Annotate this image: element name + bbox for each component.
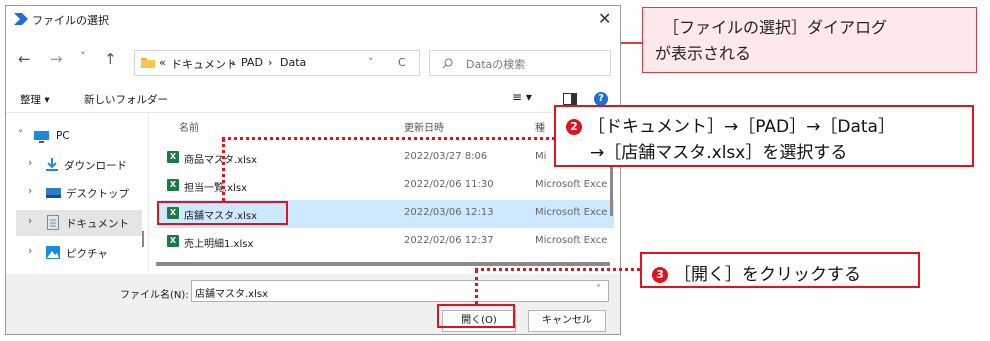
callout-text: 2 ［ドキュメント］→［PAD］→［Data］ <box>566 112 895 137</box>
filename-input[interactable]: 店舗マスタ.xlsx ˅ <box>191 280 609 302</box>
chevron-down-icon[interactable]: ˅ <box>18 129 23 141</box>
preview-pane-icon[interactable] <box>563 93 577 105</box>
callout-connector <box>621 42 643 44</box>
file-row[interactable]: X 売上明細1.xlsx 2022/02/06 12:37 Microsoft … <box>159 228 614 256</box>
dialog-footer: ファイル名(N): 店舗マスタ.xlsx ˅ 開く(O) キャンセル <box>6 274 620 334</box>
column-header-modified[interactable]: 更新日時 <box>404 119 444 134</box>
help-icon[interactable]: ? <box>594 92 608 106</box>
address-overflow[interactable]: « <box>159 56 166 69</box>
file-date: 2022/03/06 12:13 <box>404 207 494 218</box>
search-box[interactable]: Dataの検索 <box>429 50 611 76</box>
excel-file-icon: X <box>167 179 179 191</box>
address-crumb-pad[interactable]: PAD <box>241 56 263 69</box>
title-bar: ファイルの選択 ✕ <box>6 6 620 34</box>
view-options-button[interactable]: ≡ ▾ <box>512 90 532 104</box>
file-type: Microsoft Exce <box>535 235 608 246</box>
sidebar-item-label: ピクチャ <box>66 248 108 260</box>
up-icon[interactable]: ↑ <box>104 50 117 68</box>
address-separator: › <box>268 56 273 69</box>
excel-file-icon: X <box>167 235 179 247</box>
sidebar-item-label: PC <box>56 130 70 142</box>
file-row[interactable]: X 担当一覧.xlsx 2022/02/06 11:30 Microsoft E… <box>159 172 614 200</box>
address-dropdown-icon[interactable]: ˅ <box>368 56 374 69</box>
pane-divider <box>148 114 149 272</box>
download-icon <box>46 158 58 171</box>
recent-locations-chevron-icon[interactable]: ˅ <box>80 50 86 63</box>
forward-icon[interactable]: → <box>50 50 63 68</box>
callout-text-line: ［開く］をクリックする <box>674 265 861 285</box>
excel-file-icon: X <box>167 151 179 163</box>
file-type: Mi <box>535 151 547 162</box>
column-header-type[interactable]: 種 <box>535 119 545 134</box>
filename-value: 店舗マスタ.xlsx <box>195 289 269 300</box>
callout-text: →［店舗マスタ.xlsx］を選択する <box>590 143 848 163</box>
close-icon[interactable]: ✕ <box>598 9 611 28</box>
sidebar-item-desktop[interactable]: › デスクトップ <box>16 180 142 206</box>
callout-click-open: 3 ［開く］をクリックする <box>640 252 920 288</box>
chevron-right-icon[interactable]: › <box>28 157 32 169</box>
file-type: Microsoft Exce <box>535 179 608 190</box>
file-date: 2022/03/27 8:06 <box>404 151 488 162</box>
organize-button[interactable]: 整理 ▾ <box>20 92 50 107</box>
sidebar-item-label: ドキュメント <box>66 218 129 230</box>
sidebar-item-pc[interactable]: ˅ PC <box>16 124 142 150</box>
address-bar[interactable]: « ドキュメント › PAD › Data ˅ C <box>134 50 420 76</box>
sidebar-item-documents[interactable]: › ドキュメント <box>16 210 142 236</box>
highlight-open-button <box>437 304 515 328</box>
callout-text: ［ファイルの選択］ダイアログ <box>663 18 888 37</box>
dotted-connector <box>222 139 225 201</box>
sidebar-item-label: デスクトップ <box>66 188 129 200</box>
step-number-badge: 2 <box>566 119 582 135</box>
file-name: 担当一覧.xlsx <box>184 183 248 194</box>
search-icon <box>442 58 453 69</box>
file-name: 商品マスタ.xlsx <box>184 155 258 166</box>
desktop-icon <box>46 188 61 198</box>
divider <box>6 112 620 113</box>
file-type: Microsoft Exce <box>535 207 608 218</box>
dotted-connector <box>222 137 555 140</box>
callout-select-file: 2 ［ドキュメント］→［PAD］→［Data］ →［店舗マスタ.xlsx］を選択す… <box>554 105 974 167</box>
callout-text-line: ［ドキュメント］→［PAD］→［Data］ <box>588 117 895 137</box>
callout-text: が表示される <box>655 44 752 63</box>
sidebar-item-downloads[interactable]: › ダウンロード <box>16 152 142 178</box>
power-automate-logo-icon <box>14 13 28 25</box>
new-folder-button[interactable]: 新しいフォルダー <box>84 92 168 107</box>
back-icon[interactable]: ← <box>18 50 31 68</box>
refresh-icon[interactable]: C <box>398 56 406 69</box>
callout-dialog-shown: ［ファイルの選択］ダイアログ が表示される <box>642 7 977 73</box>
chevron-right-icon[interactable]: › <box>28 215 32 227</box>
search-placeholder: Dataの検索 <box>466 58 526 71</box>
chevron-right-icon[interactable]: › <box>28 185 32 197</box>
sidebar-item-label: ダウンロード <box>64 160 127 172</box>
document-icon <box>47 215 59 230</box>
picture-icon <box>46 246 60 259</box>
cancel-button[interactable]: キャンセル <box>528 310 606 332</box>
file-name: 売上明細1.xlsx <box>184 239 254 250</box>
dialog-title: ファイルの選択 <box>32 14 109 27</box>
file-date: 2022/02/06 11:30 <box>404 179 494 190</box>
horizontal-scrollbar-thumb[interactable] <box>156 262 610 266</box>
step-number-badge: 3 <box>652 267 668 283</box>
address-crumb-documents[interactable]: ドキュメント <box>171 56 237 72</box>
highlight-selected-file <box>157 201 288 225</box>
file-date: 2022/02/06 12:37 <box>404 235 494 246</box>
sidebar-item-pictures[interactable]: › ピクチャ <box>16 240 142 266</box>
file-open-dialog: ファイルの選択 ✕ ← → ˅ ↑ « ドキュメント › PAD › Data … <box>5 5 621 335</box>
filename-label: ファイル名(N): <box>120 290 189 301</box>
column-header-name[interactable]: 名前 <box>179 119 199 134</box>
callout-text: 3 ［開く］をクリックする <box>652 260 861 285</box>
pc-icon <box>34 131 49 143</box>
address-crumb-data[interactable]: Data <box>280 56 306 69</box>
sidebar-scrollbar-thumb[interactable] <box>142 231 144 247</box>
folder-icon <box>141 58 155 68</box>
address-separator: › <box>231 56 236 69</box>
dotted-connector <box>475 270 478 304</box>
dotted-connector <box>475 268 640 271</box>
chevron-right-icon[interactable]: › <box>28 245 32 257</box>
file-row[interactable]: X 商品マスタ.xlsx 2022/03/27 8:06 Mi <box>159 144 614 172</box>
chevron-down-icon[interactable]: ˅ <box>596 284 601 295</box>
